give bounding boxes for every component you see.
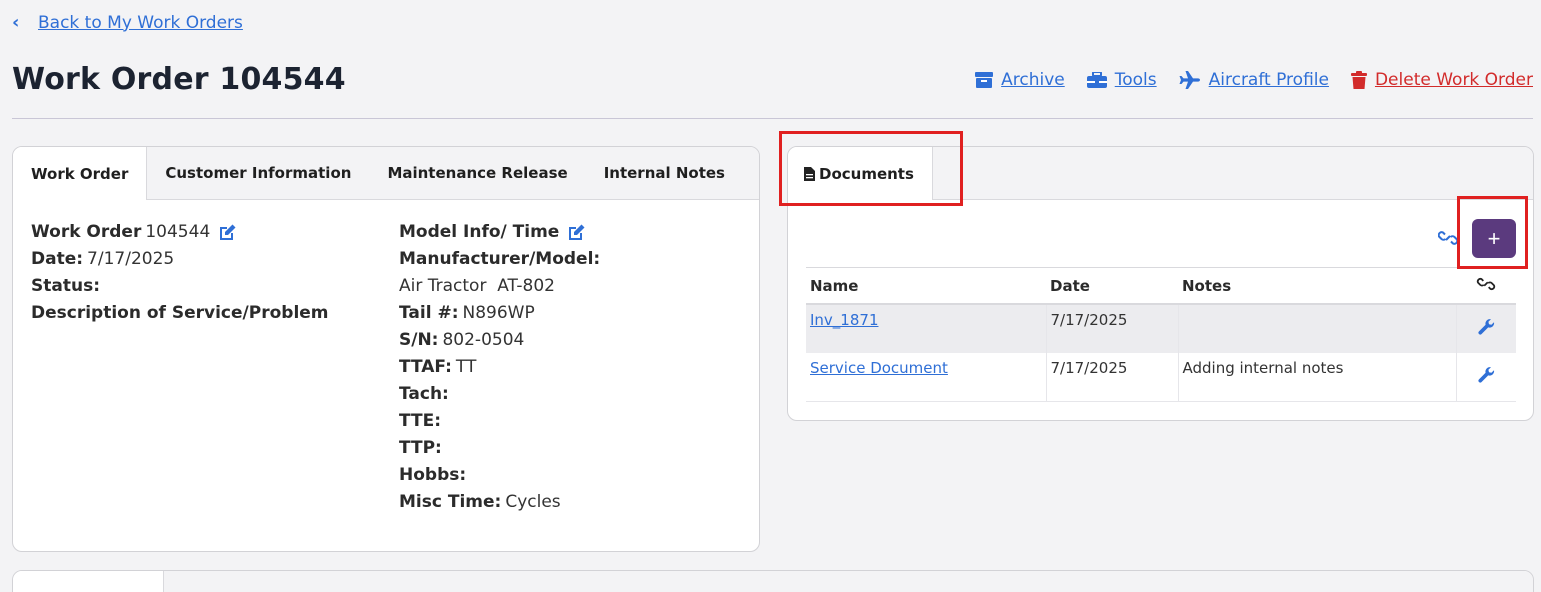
bottom-tabs [13,571,1533,592]
delete-work-order-action[interactable]: Delete Work Order [1350,70,1533,90]
aircraft-profile-action[interactable]: Aircraft Profile [1179,70,1329,90]
col-date[interactable]: Date [1046,267,1178,305]
work-order-label: Work Order [31,222,142,242]
hobbs-label: Hobbs: [399,465,467,485]
misc-time-value: Cycles [505,492,561,512]
document-notes: Adding internal notes [1177,352,1456,402]
work-order-details: Work Order 104544 Date: 7/17/2025 Status:… [31,219,329,327]
ttaf-label: TTAF: [399,357,452,377]
document-name-link[interactable]: Inv_1871 [810,311,878,329]
col-name[interactable]: Name [806,267,1046,305]
work-order-value: 104544 [145,222,211,242]
model-info-details: Model Info/ Time Manufacturer/Model: Air… [399,219,600,516]
page-title: Work Order 104544 [12,62,346,97]
ttaf-value: TT [455,357,477,377]
document-name-link[interactable]: Service Document [810,359,948,377]
archive-action[interactable]: Archive [975,70,1065,90]
tools-link[interactable]: Tools [1115,70,1157,90]
back-link[interactable]: ‹ Back to My Work Orders [12,12,243,33]
documents-tab-highlight [779,131,963,206]
wrench-icon[interactable] [1478,318,1495,335]
model-info-label: Model Info/ Time [399,222,560,242]
misc-time-label: Misc Time: [399,492,502,512]
add-button-highlight [1457,196,1528,269]
tab-customer-information[interactable]: Customer Information [147,147,369,199]
back-to-work-orders-link[interactable]: Back to My Work Orders [38,13,243,33]
header-divider [12,118,1533,119]
document-date: 7/17/2025 [1045,303,1178,353]
edit-icon[interactable] [567,224,585,241]
aircraft-profile-link[interactable]: Aircraft Profile [1209,70,1329,90]
chevron-left-icon: ‹ [12,12,20,33]
status-label: Status: [31,276,100,296]
table-row: Service Document 7/17/2025 Adding intern… [806,352,1516,402]
edit-icon[interactable] [218,224,236,241]
table-row: Inv_1871 7/17/2025 [806,303,1516,353]
plane-icon [1179,71,1200,89]
tte-label: TTE: [399,411,441,431]
link-icon[interactable] [1438,229,1458,247]
description-label: Description of Service/Problem [31,303,329,323]
date-value: 7/17/2025 [87,249,175,269]
documents-table: Name Date Notes Inv_1871 7/17/2025 Servi… [806,267,1516,402]
tail-label: Tail #: [399,303,459,323]
archive-icon [975,72,994,88]
ttp-label: TTP: [399,438,442,458]
header-actions: Archive Tools Aircraft Profile Delete Wo… [975,70,1533,90]
work-order-tabs: Work Order Customer Information Maintena… [13,147,759,200]
manufacturer-value: Air Tractor AT-802 [399,276,555,296]
bottom-panel [12,570,1534,592]
tab-maintenance-release[interactable]: Maintenance Release [369,147,585,199]
manufacturer-label: Manufacturer/Model: [399,249,601,269]
tools-action[interactable]: Tools [1086,70,1157,90]
document-notes [1177,303,1456,353]
link-icon [1476,277,1496,290]
sn-value: 802-0504 [442,330,525,350]
trash-icon [1350,71,1367,89]
document-date: 7/17/2025 [1045,352,1178,402]
archive-link[interactable]: Archive [1001,70,1065,90]
tail-value: N896WP [462,303,535,323]
bottom-tab[interactable] [13,571,164,592]
col-link [1456,267,1516,305]
delete-work-order-link[interactable]: Delete Work Order [1375,70,1533,90]
sn-label: S/N: [399,330,439,350]
col-notes[interactable]: Notes [1178,267,1456,305]
wrench-icon[interactable] [1478,366,1495,383]
date-label: Date: [31,249,84,269]
toolbox-icon [1086,72,1107,88]
tach-label: Tach: [399,384,449,404]
tab-internal-notes[interactable]: Internal Notes [586,147,743,199]
work-order-panel: Work Order Customer Information Maintena… [12,146,760,552]
tab-work-order[interactable]: Work Order [13,147,148,200]
